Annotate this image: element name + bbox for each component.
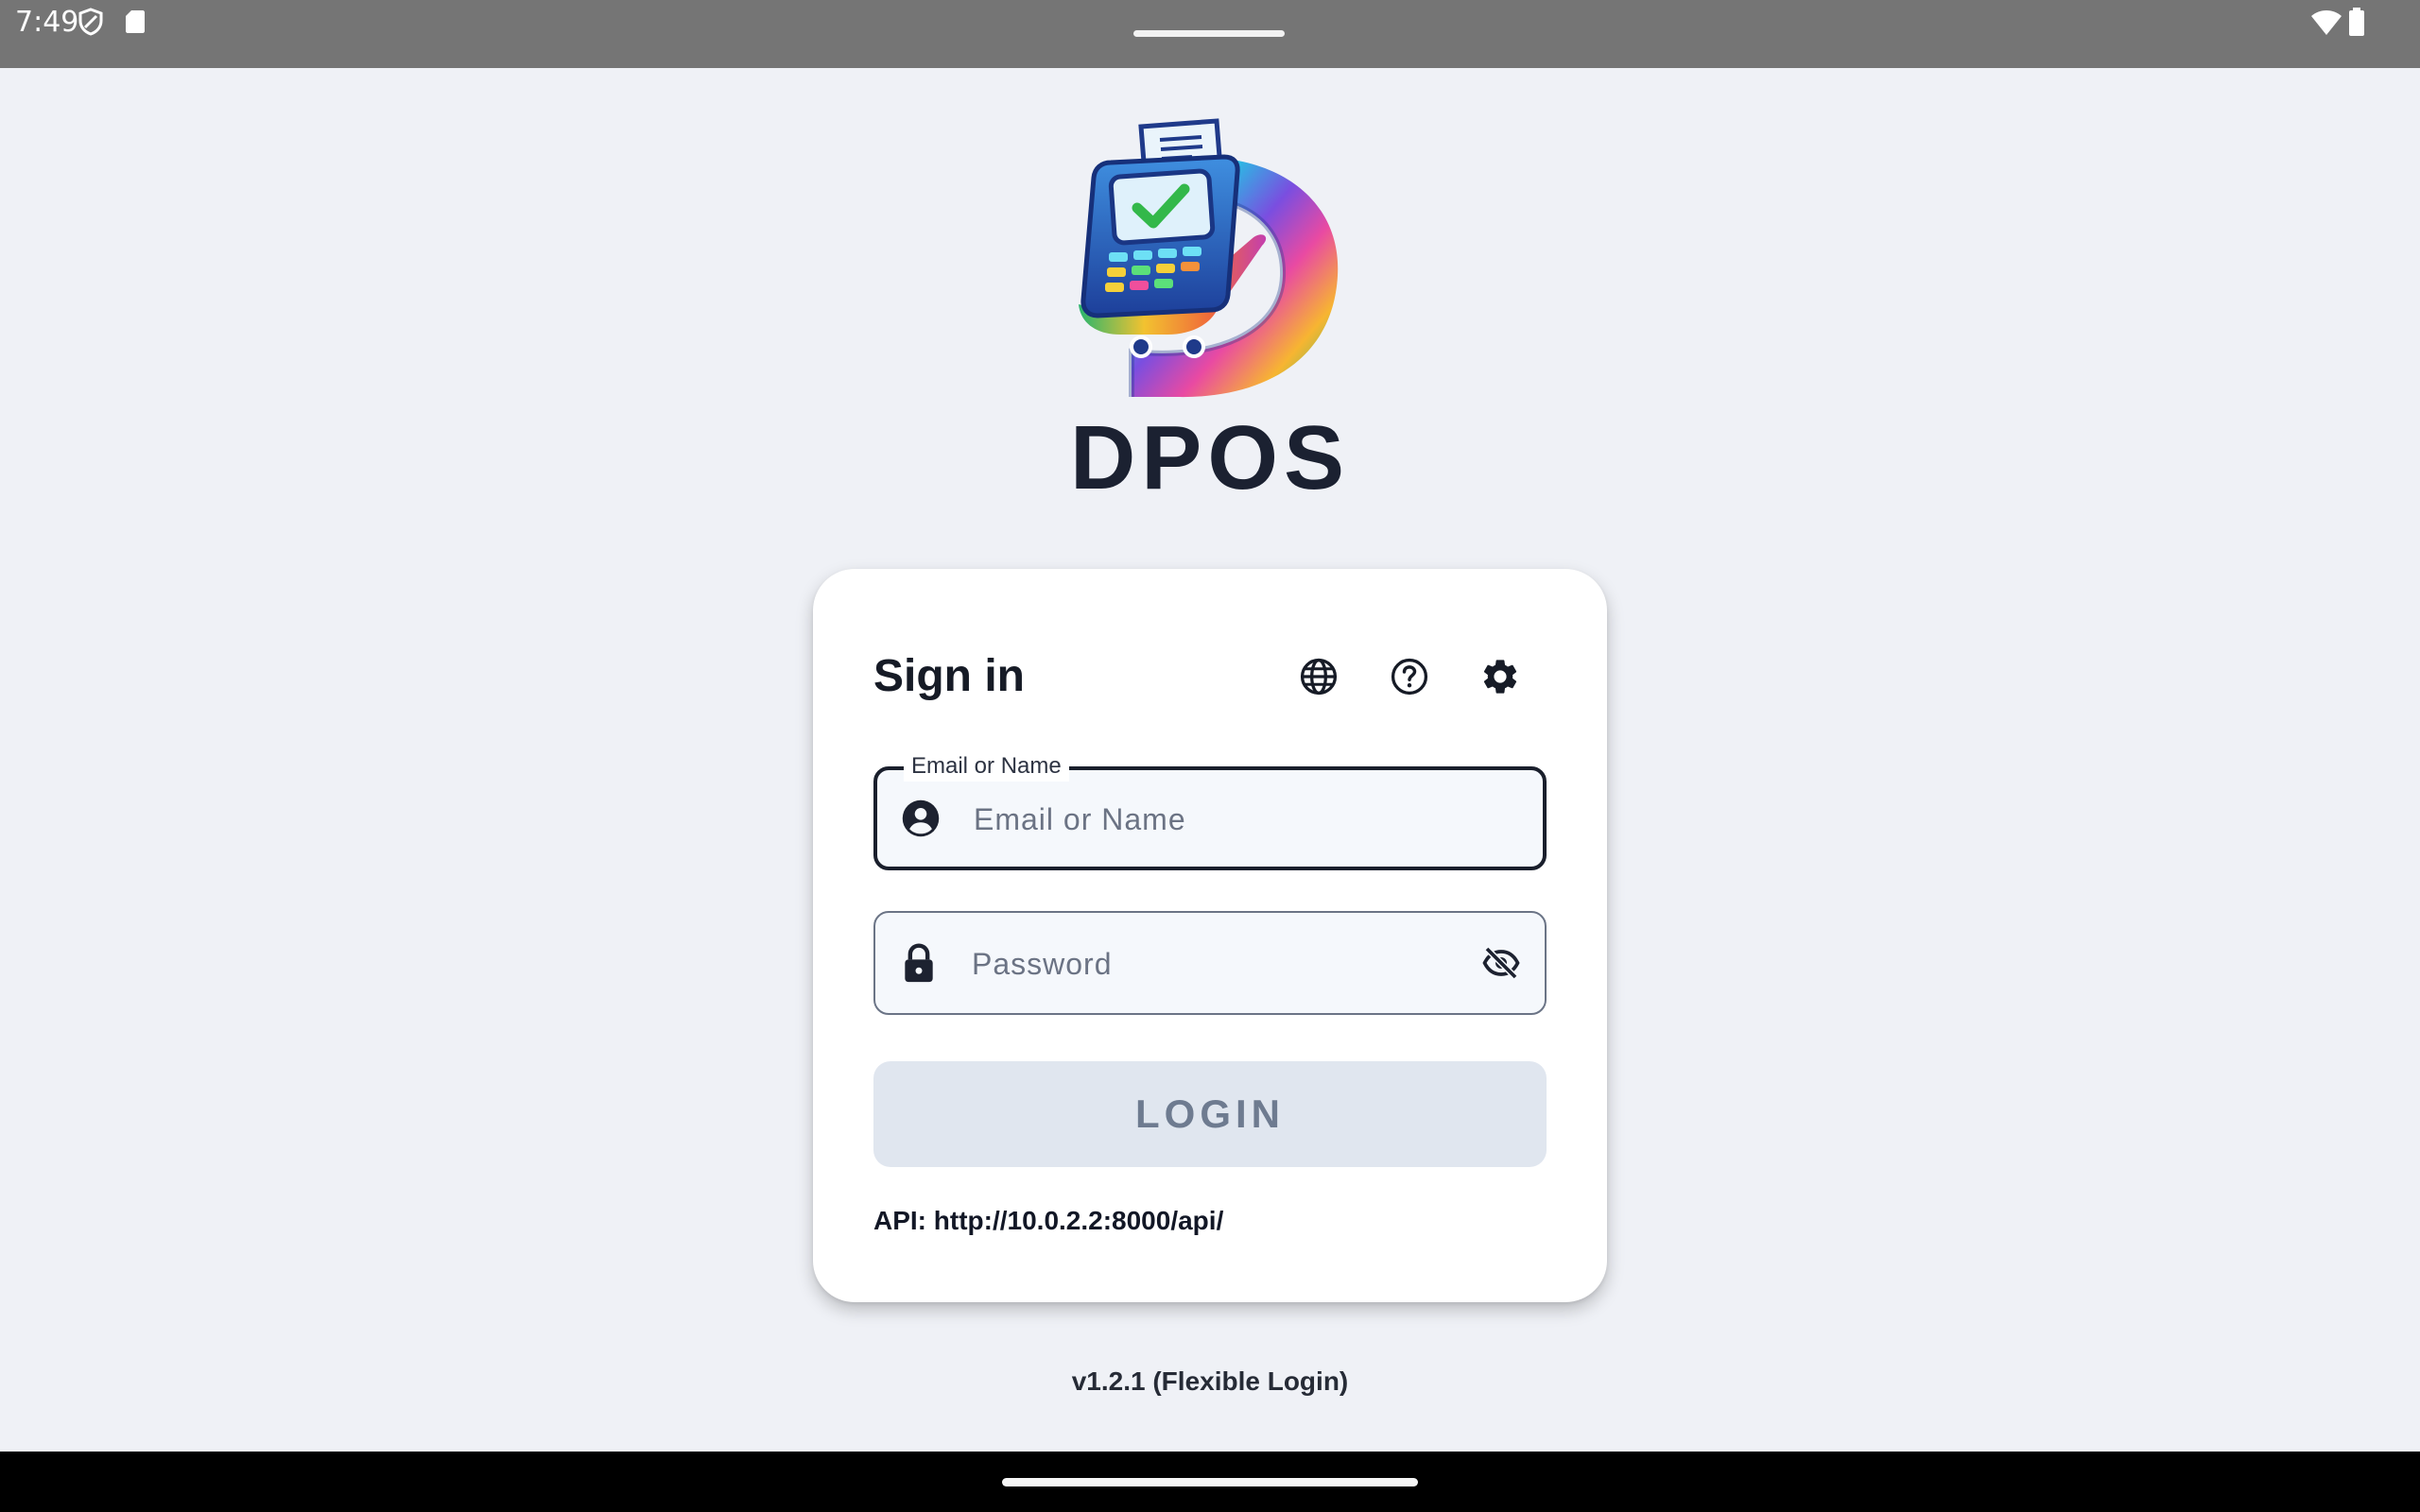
visibility-off-icon (1482, 946, 1520, 980)
settings-gear-icon (1483, 660, 1517, 694)
sign-in-title: Sign in (873, 651, 1025, 701)
app-version: v1.2.1 (Flexible Login) (1071, 1366, 1349, 1396)
api-endpoint-text: API: http://10.0.2.2:8000/api/ (873, 1206, 1224, 1235)
email-or-name-input[interactable] (972, 770, 1429, 868)
status-time: 7:49 (15, 6, 79, 39)
password-field[interactable] (873, 911, 1547, 1015)
status-bar: 7:49 (0, 0, 2420, 68)
email-or-name-field[interactable]: Email or Name (873, 751, 1547, 870)
login-button[interactable]: LOGIN (873, 1061, 1547, 1167)
app-logo (1073, 115, 1347, 404)
lock-icon (898, 942, 940, 984)
sign-in-card: Sign in Email or Name Email or Name LOGI… (813, 569, 1607, 1302)
password-input[interactable] (970, 913, 1427, 1015)
language-button[interactable] (1294, 652, 1343, 701)
wifi-icon (2311, 10, 2342, 35)
toggle-password-visibility-button[interactable] (1477, 938, 1526, 988)
help-icon (1391, 658, 1428, 696)
account-icon (900, 798, 942, 839)
shield-icon (78, 8, 103, 36)
home-gesture-handle[interactable] (1002, 1478, 1418, 1486)
app-name: DPOS (1069, 407, 1351, 508)
pos-terminal-logo-icon (1079, 118, 1339, 398)
sd-card-icon (126, 10, 145, 33)
help-button[interactable] (1385, 652, 1434, 701)
settings-button[interactable] (1476, 652, 1525, 701)
top-drag-handle[interactable] (1133, 30, 1285, 37)
globe-icon (1300, 658, 1338, 696)
battery-icon (2349, 8, 2364, 36)
